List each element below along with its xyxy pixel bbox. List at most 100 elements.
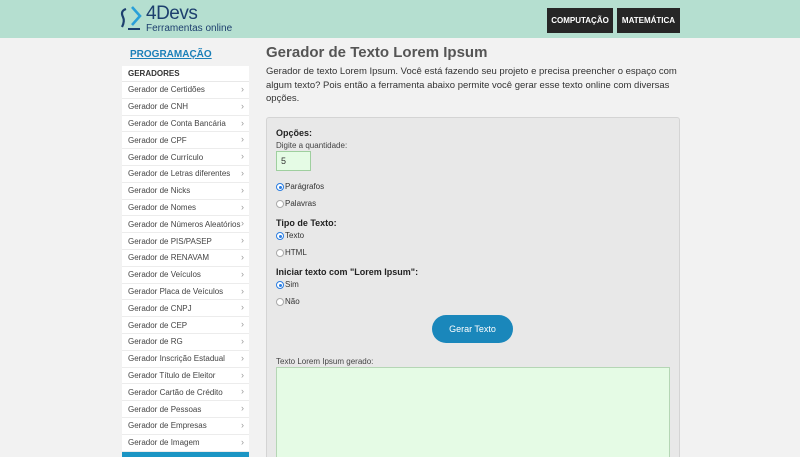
sidebar-item[interactable]: Gerador de CEP ›: [122, 317, 249, 334]
radio-html-label: HTML: [285, 248, 307, 257]
sidebar-item-label: Gerador de Nicks: [128, 186, 191, 196]
text-type-heading: Tipo de Texto:: [276, 218, 337, 228]
output-textarea[interactable]: [276, 367, 670, 457]
chevron-right-icon: ›: [241, 184, 244, 195]
sidebar-item-label: Gerador Título de Eleitor: [128, 370, 216, 380]
sidebar-item-label: Gerador de Pessoas: [128, 404, 202, 414]
site-header: 4Devs Ferramentas online COMPUTAÇÃO MATE…: [0, 0, 800, 38]
sidebar-item-label: Gerador de CEP: [128, 320, 188, 330]
sidebar-item-label: Gerador de Currículo: [128, 152, 204, 162]
sidebar-item[interactable]: Gerador de RG ›: [122, 334, 249, 351]
sidebar-item[interactable]: Gerador de Pessoas ›: [122, 401, 249, 418]
options-heading: Opções:: [276, 128, 313, 138]
radio-palavras[interactable]: [276, 200, 284, 208]
chevron-right-icon: ›: [241, 369, 244, 380]
nav-computacao[interactable]: COMPUTAÇÃO: [547, 8, 613, 33]
sidebar-section-link[interactable]: PROGRAMAÇÃO: [130, 49, 212, 60]
sidebar-item[interactable]: Gerador de CPF ›: [122, 132, 249, 150]
sidebar-item[interactable]: Gerador de Imagem ›: [122, 435, 249, 452]
sidebar-item-label: Gerador de Empresas: [128, 421, 207, 431]
chevron-right-icon: ›: [241, 251, 244, 262]
radio-html[interactable]: [276, 249, 284, 257]
logo-mark-icon: [120, 6, 142, 30]
sidebar-item-label: Gerador de RG: [128, 337, 183, 347]
sidebar-item[interactable]: Gerador de Nomes ›: [122, 200, 249, 217]
sidebar-item[interactable]: Gerador de CNPJ ›: [122, 300, 249, 318]
chevron-right-icon: ›: [241, 84, 244, 94]
output-label: Texto Lorem Ipsum gerado:: [276, 357, 374, 366]
chevron-right-icon: ›: [241, 235, 244, 246]
chevron-right-icon: ›: [241, 319, 244, 330]
sidebar-item-label: Gerador de Veículos: [128, 270, 201, 280]
sidebar-item-label: Gerador de Números Aleatórios: [128, 219, 241, 229]
sidebar-item[interactable]: Gerador Placa de Veículos ›: [122, 284, 249, 301]
page-description: Gerador de texto Lorem Ipsum. Você está …: [266, 66, 677, 104]
sidebar-item[interactable]: Gerador de Empresas ›: [122, 418, 249, 435]
radio-paragrafos[interactable]: [276, 183, 284, 191]
chevron-right-icon: ›: [241, 134, 244, 145]
sidebar-item[interactable]: Gerador de Certidões ›: [122, 82, 249, 99]
sidebar-item-label: Gerador de Conta Bancária: [128, 118, 226, 128]
chevron-right-icon: ›: [241, 403, 244, 414]
chevron-right-icon: ›: [241, 117, 244, 128]
sidebar-item[interactable]: Gerador de RENAVAM ›: [122, 250, 249, 267]
quantity-label: Digite a quantidade:: [276, 141, 348, 150]
chevron-right-icon: ›: [241, 302, 244, 313]
nav-matematica[interactable]: MATEMÁTICA: [617, 8, 680, 33]
sidebar-item-label: Gerador de PIS/PASEP: [128, 236, 212, 246]
chevron-right-icon: ›: [241, 386, 244, 397]
sidebar-list: GERADORES Gerador de Certidões › Gerador d…: [122, 66, 249, 457]
sidebar-item-label: Gerador de CNH: [128, 102, 189, 112]
sidebar-item-label: Gerador Placa de Veículos: [128, 286, 224, 296]
sidebar-item[interactable]: Gerador Título de Eleitor ›: [122, 368, 249, 385]
radio-sim-label: Sim: [285, 280, 299, 289]
chevron-right-icon: ›: [241, 335, 244, 346]
sidebar-item[interactable]: Gerador de CNH ›: [122, 99, 249, 116]
chevron-right-icon: ›: [241, 436, 244, 447]
chevron-right-icon: ›: [241, 218, 244, 229]
chevron-right-icon: ›: [241, 100, 244, 111]
chevron-right-icon: ›: [241, 352, 244, 363]
chevron-right-icon: ›: [241, 268, 244, 279]
logo-tagline: Ferramentas online: [146, 23, 233, 34]
site-logo[interactable]: 4Devs Ferramentas online: [120, 3, 233, 35]
radio-texto-label: Texto: [285, 231, 305, 240]
sidebar-item[interactable]: Gerador de PIS/PASEP ›: [122, 233, 249, 250]
sidebar-item[interactable]: Gerador Inscrição Estadual ›: [122, 351, 249, 368]
sidebar-item[interactable]: Gerador de Letras diferentes ›: [122, 166, 249, 183]
sidebar-item-label: Gerador Cartão de Crédito: [128, 387, 223, 397]
radio-paragrafos-label: Parágrafos: [285, 182, 325, 191]
radio-nao[interactable]: [276, 298, 284, 306]
sidebar-item-label: Gerador de CPF: [128, 135, 187, 145]
sidebar-item[interactable]: Gerador de Currículo ›: [122, 149, 249, 166]
sidebar-item-label: Gerador de Imagem: [128, 438, 200, 448]
sidebar-item[interactable]: Gerador de Números Aleatórios ›: [122, 216, 249, 234]
sidebar-item[interactable]: Gerador de Nicks ›: [122, 183, 249, 200]
chevron-right-icon: ›: [241, 419, 244, 430]
chevron-right-icon: ›: [241, 151, 244, 162]
sidebar-item-active[interactable]: [122, 451, 249, 457]
logo-name: 4Devs: [146, 3, 198, 24]
chevron-right-icon: ›: [241, 285, 244, 296]
chevron-right-icon: ›: [241, 201, 244, 212]
radio-nao-label: Não: [285, 297, 300, 306]
sidebar-item-label: Gerador de Certidões: [128, 85, 205, 95]
radio-texto[interactable]: [276, 232, 284, 240]
sidebar-item[interactable]: Gerador Cartão de Crédito ›: [122, 384, 249, 402]
page-title: Gerador de Texto Lorem Ipsum: [266, 44, 488, 61]
sidebar-item-label: Gerador de RENAVAM: [128, 253, 210, 263]
chevron-right-icon: ›: [241, 167, 244, 178]
sidebar: PROGRAMAÇÃO GERADORES Gerador de Certidõ…: [122, 40, 249, 457]
sidebar-item-label: Gerador Inscrição Estadual: [128, 354, 225, 364]
radio-sim[interactable]: [276, 281, 284, 289]
sidebar-item[interactable]: Gerador de Veículos ›: [122, 267, 249, 284]
sidebar-heading: GERADORES: [122, 66, 249, 82]
generate-text-button[interactable]: Gerar Texto: [432, 315, 513, 343]
start-text-heading: Iniciar texto com "Lorem Ipsum":: [276, 267, 419, 277]
quantity-input[interactable]: [276, 151, 311, 171]
radio-palavras-label: Palavras: [285, 199, 317, 208]
sidebar-item-label: Gerador de Letras diferentes: [128, 169, 231, 179]
sidebar-item-label: Gerador de CNPJ: [128, 303, 192, 313]
sidebar-item[interactable]: Gerador de Conta Bancária ›: [122, 116, 249, 133]
sidebar-item-label: Gerador de Nomes: [128, 202, 197, 212]
